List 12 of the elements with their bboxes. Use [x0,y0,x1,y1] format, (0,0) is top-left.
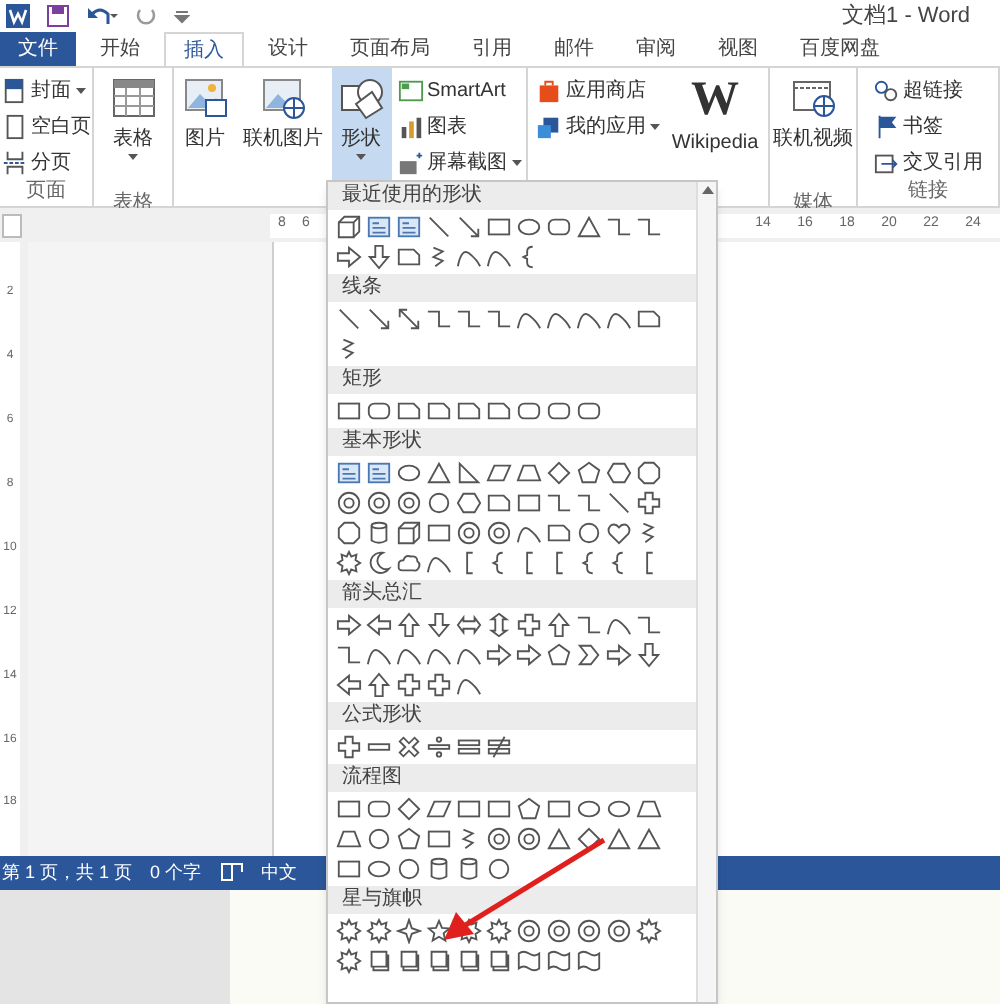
section-header: 线条 [328,274,696,302]
section-header: 流程图 [328,764,696,792]
group-label: 链接 [906,180,950,206]
section-header: 公式形状 [328,702,696,730]
section-header: 基本形状 [328,428,696,456]
wikipedia-logo: W [690,74,739,126]
section-header: 星与旗帜 [328,886,696,914]
section-header: 矩形 [328,366,696,394]
section-header: 箭头总汇 [328,580,696,608]
section-header: 最近使用的形状 [328,182,696,210]
group-label: 页面 [24,180,68,206]
window-title: 文档1 - Word [842,1,970,32]
